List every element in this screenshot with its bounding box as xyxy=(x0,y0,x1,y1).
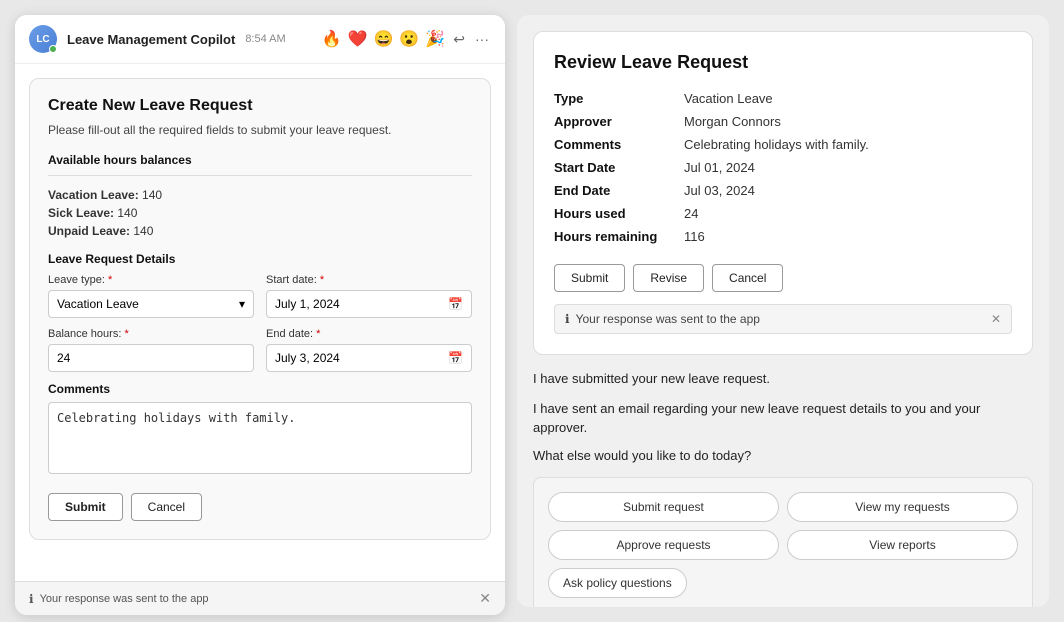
form-row-type-date: Leave type: * Vacation Leave ▾ Start dat… xyxy=(48,274,472,318)
review-row-hours-remaining: Hours remaining 116 xyxy=(554,225,1012,248)
chat-question: What else would you like to do today? xyxy=(533,448,1033,463)
end-date-value: July 3, 2024 xyxy=(275,351,340,365)
form-actions: Submit Cancel xyxy=(48,493,472,521)
left-panel-chat: LC Leave Management Copilot 8:54 AM 🔥 ❤️… xyxy=(15,15,505,615)
review-value-approver: Morgan Connors xyxy=(684,110,1012,133)
review-row-type: Type Vacation Leave xyxy=(554,87,1012,110)
review-label-hours-remaining: Hours remaining xyxy=(554,225,684,248)
review-table: Type Vacation Leave Approver Morgan Conn… xyxy=(554,87,1012,248)
header-title: Leave Management Copilot xyxy=(67,32,235,47)
notification-close-button[interactable]: ✕ xyxy=(479,590,491,607)
balance-hours-group: Balance hours: * 24 xyxy=(48,328,254,372)
review-actions: Submit Revise Cancel xyxy=(554,264,1012,292)
start-date-group: Start date: * July 1, 2024 📅 xyxy=(266,274,472,318)
balances-section-title: Available hours balances xyxy=(48,153,472,167)
comments-label: Comments xyxy=(48,382,472,396)
form-row-hours-enddate: Balance hours: * 24 End date: * July 3, … xyxy=(48,328,472,372)
leave-type-select[interactable]: Vacation Leave ▾ xyxy=(48,290,254,318)
more-icon[interactable]: ··· xyxy=(473,29,491,49)
end-date-label: End date: * xyxy=(266,328,472,340)
leave-type-value: Vacation Leave xyxy=(57,297,139,311)
review-row-start: Start Date Jul 01, 2024 xyxy=(554,156,1012,179)
balance-hours-input[interactable]: 24 xyxy=(48,344,254,372)
form-cancel-button[interactable]: Cancel xyxy=(131,493,202,521)
info-icon: ℹ xyxy=(29,592,34,606)
emoji-fire[interactable]: 🔥 xyxy=(322,29,342,49)
review-title: Review Leave Request xyxy=(554,52,1012,73)
form-description: Please fill-out all the required fields … xyxy=(48,121,472,139)
chevron-down-icon: ▾ xyxy=(239,297,245,311)
comments-textarea[interactable]: Celebrating holidays with family. xyxy=(48,402,472,474)
review-cancel-button[interactable]: Cancel xyxy=(712,264,783,292)
start-date-label: Start date: * xyxy=(266,274,472,286)
review-value-start: Jul 01, 2024 xyxy=(684,156,1012,179)
review-value-hours-used: 24 xyxy=(684,202,1012,225)
review-notification-text: Your response was sent to the app xyxy=(576,312,760,326)
emoji-heart[interactable]: ❤️ xyxy=(348,29,368,49)
end-date-group: End date: * July 3, 2024 📅 xyxy=(266,328,472,372)
chat-message-2: I have sent an email regarding your new … xyxy=(533,399,1033,438)
review-value-end: Jul 03, 2024 xyxy=(684,179,1012,202)
online-indicator xyxy=(49,45,57,53)
balance-sick: Sick Leave: 140 xyxy=(48,206,472,220)
review-revise-button[interactable]: Revise xyxy=(633,264,704,292)
header-time: 8:54 AM xyxy=(245,33,285,45)
quick-reply-view-reports[interactable]: View reports xyxy=(787,530,1018,560)
left-notification-text: Your response was sent to the app xyxy=(40,593,209,605)
review-label-end: End Date xyxy=(554,179,684,202)
form-submit-button[interactable]: Submit xyxy=(48,493,123,521)
right-panel: Review Leave Request Type Vacation Leave… xyxy=(517,15,1049,607)
review-label-approver: Approver xyxy=(554,110,684,133)
calendar-icon-end: 📅 xyxy=(448,351,463,365)
end-date-input[interactable]: July 3, 2024 📅 xyxy=(266,344,472,372)
review-label-type: Type xyxy=(554,87,684,110)
emoji-wow[interactable]: 😮 xyxy=(399,29,419,49)
review-value-comments: Celebrating holidays with family. xyxy=(684,133,1012,156)
avatar: LC xyxy=(29,25,57,53)
header-icons: 🔥 ❤️ 😄 😮 🎉 ↩ ··· xyxy=(322,29,491,50)
chat-header: LC Leave Management Copilot 8:54 AM 🔥 ❤️… xyxy=(15,15,505,64)
undo-icon[interactable]: ↩ xyxy=(451,29,467,50)
quick-reply-ask-policy[interactable]: Ask policy questions xyxy=(548,568,687,598)
review-label-hours-used: Hours used xyxy=(554,202,684,225)
calendar-icon: 📅 xyxy=(448,297,463,311)
details-section-title: Leave Request Details xyxy=(48,252,472,266)
leave-type-group: Leave type: * Vacation Leave ▾ xyxy=(48,274,254,318)
review-label-comments: Comments xyxy=(554,133,684,156)
review-row-comments: Comments Celebrating holidays with famil… xyxy=(554,133,1012,156)
emoji-laugh[interactable]: 😄 xyxy=(374,29,394,49)
left-notification-bar: ℹ Your response was sent to the app ✕ xyxy=(15,581,505,615)
start-date-value: July 1, 2024 xyxy=(275,297,340,311)
leave-type-label: Leave type: * xyxy=(48,274,254,286)
main-container: LC Leave Management Copilot 8:54 AM 🔥 ❤️… xyxy=(7,7,1057,615)
review-row-hours-used: Hours used 24 xyxy=(554,202,1012,225)
review-notification-bar: ℹ Your response was sent to the app ✕ xyxy=(554,304,1012,334)
review-row-approver: Approver Morgan Connors xyxy=(554,110,1012,133)
start-date-input[interactable]: July 1, 2024 📅 xyxy=(266,290,472,318)
review-row-end: End Date Jul 03, 2024 xyxy=(554,179,1012,202)
balance-vacation: Vacation Leave: 140 xyxy=(48,188,472,202)
balance-hours-value: 24 xyxy=(57,351,70,365)
review-label-start: Start Date xyxy=(554,156,684,179)
review-value-hours-remaining: 116 xyxy=(684,225,1012,248)
review-value-type: Vacation Leave xyxy=(684,87,1012,110)
review-notification-close-button[interactable]: ✕ xyxy=(991,312,1001,326)
review-submit-button[interactable]: Submit xyxy=(554,264,625,292)
info-icon-review: ℹ xyxy=(565,312,570,326)
balance-unpaid: Unpaid Leave: 140 xyxy=(48,224,472,238)
chat-message-1: I have submitted your new leave request. xyxy=(533,369,1033,389)
emoji-party[interactable]: 🎉 xyxy=(425,29,445,49)
quick-reply-submit-request[interactable]: Submit request xyxy=(548,492,779,522)
review-card: Review Leave Request Type Vacation Leave… xyxy=(533,31,1033,355)
chat-body: Create New Leave Request Please fill-out… xyxy=(15,64,505,581)
quick-reply-view-my-requests[interactable]: View my requests xyxy=(787,492,1018,522)
leave-request-form: Create New Leave Request Please fill-out… xyxy=(29,78,491,540)
form-title: Create New Leave Request xyxy=(48,97,472,115)
quick-reply-approve-requests[interactable]: Approve requests xyxy=(548,530,779,560)
quick-replies-panel: Submit request View my requests Approve … xyxy=(533,477,1033,608)
balance-hours-label: Balance hours: * xyxy=(48,328,254,340)
